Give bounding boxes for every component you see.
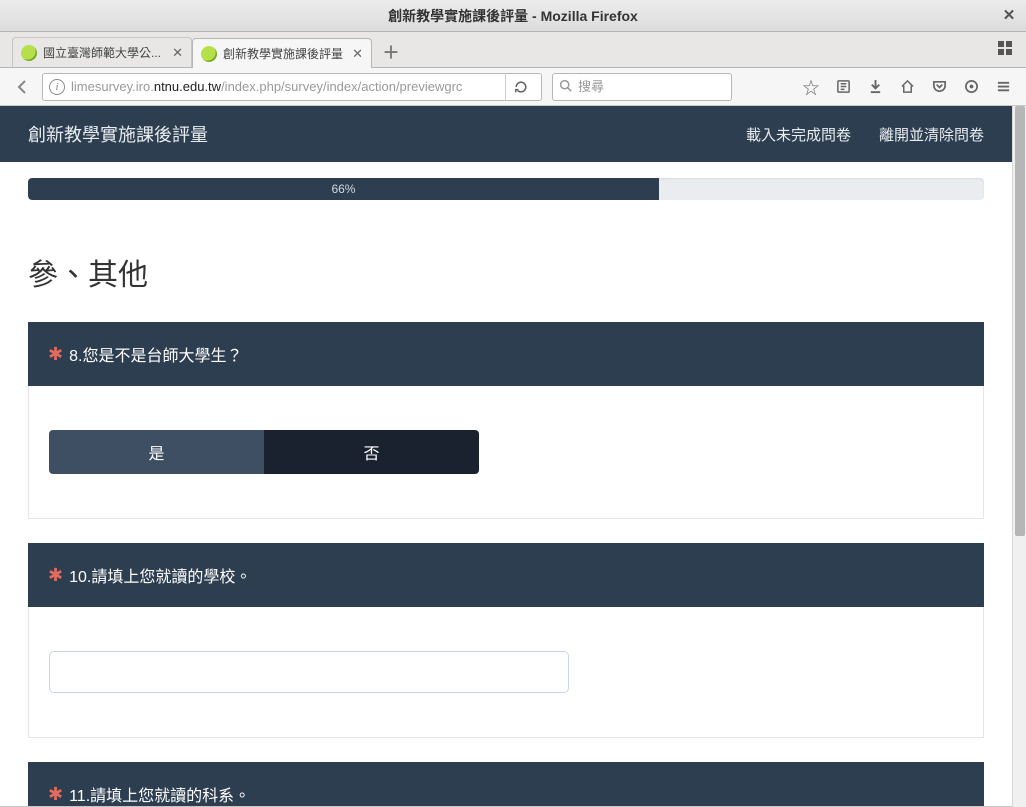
- question-header: ✱ 10.請填上您就讀的學校。: [28, 543, 984, 607]
- url-text: limesurvey.iro.ntnu.edu.tw/index.php/sur…: [71, 79, 501, 94]
- scrollbar-thumb[interactable]: [1015, 106, 1025, 536]
- reading-list-button[interactable]: [828, 73, 858, 101]
- tab-label: 國立臺灣師範大學公...: [43, 44, 166, 61]
- url-bar[interactable]: i limesurvey.iro.ntnu.edu.tw/index.php/s…: [42, 73, 542, 101]
- browser-tab-1[interactable]: 國立臺灣師範大學公... ✕: [12, 37, 192, 67]
- browser-tabs-bar: 國立臺灣師範大學公... ✕ 創新教學實施課後評量 ✕ ＋: [0, 32, 1026, 68]
- tab-close-button[interactable]: ✕: [352, 46, 363, 62]
- reload-button[interactable]: [505, 73, 535, 101]
- survey-nav-links: 載入未完成問卷 離開並清除問卷: [746, 124, 984, 145]
- search-bar[interactable]: [552, 73, 732, 101]
- tab-close-button[interactable]: ✕: [172, 45, 183, 61]
- question-header: ✱ 8.您是不是台師大學生？: [28, 322, 984, 386]
- tab-label: 創新教學實施課後評量: [223, 45, 346, 62]
- survey-header: 創新教學實施課後評量 載入未完成問卷 離開並清除問卷: [0, 106, 1012, 162]
- progress-fill: 66%: [28, 178, 659, 200]
- window-titlebar: 創新教學實施課後評量 - Mozilla Firefox ✕: [0, 0, 1026, 32]
- search-input[interactable]: [578, 79, 725, 94]
- yesno-group: 是 否: [49, 430, 479, 474]
- browser-tab-2[interactable]: 創新教學實施課後評量 ✕: [192, 38, 372, 68]
- load-incomplete-link[interactable]: 載入未完成問卷: [746, 124, 851, 145]
- question-block-q8: ✱ 8.您是不是台師大學生？ 是 否: [28, 322, 984, 519]
- bookmark-star-button[interactable]: ☆: [796, 73, 826, 101]
- question-block-q11: ✱ 11.請填上您就讀的科系。: [28, 762, 984, 807]
- downloads-button[interactable]: [860, 73, 890, 101]
- window-title: 創新教學實施課後評量 - Mozilla Firefox: [388, 6, 638, 26]
- option-no-button[interactable]: 否: [264, 430, 479, 474]
- menu-button[interactable]: [988, 73, 1018, 101]
- section-heading: 參、其他: [0, 200, 1012, 322]
- window-close-button[interactable]: ✕: [1000, 6, 1018, 24]
- question-body: [28, 607, 984, 738]
- school-input[interactable]: [49, 651, 569, 693]
- scrollbar-track[interactable]: [1012, 106, 1026, 807]
- site-info-icon[interactable]: i: [49, 79, 65, 95]
- exit-clear-link[interactable]: 離開並清除問卷: [879, 124, 984, 145]
- question-header: ✱ 11.請填上您就讀的科系。: [28, 762, 984, 807]
- survey-title: 創新教學實施課後評量: [28, 121, 208, 147]
- nav-toolbar: i limesurvey.iro.ntnu.edu.tw/index.php/s…: [0, 68, 1026, 106]
- question-text: 10.請填上您就讀的學校。: [69, 563, 251, 587]
- page-content: 創新教學實施課後評量 載入未完成問卷 離開並清除問卷 66% 參、其他 ✱ 8.…: [0, 106, 1012, 807]
- question-text: 11.請填上您就讀的科系。: [69, 782, 250, 806]
- search-icon: [559, 79, 572, 95]
- home-button[interactable]: [892, 73, 922, 101]
- question-body: 是 否: [28, 386, 984, 519]
- limesurvey-favicon: [21, 45, 37, 61]
- progress-label: 66%: [331, 182, 355, 196]
- required-asterisk-icon: ✱: [48, 345, 63, 363]
- forget-button[interactable]: [956, 73, 986, 101]
- question-text: 8.您是不是台師大學生？: [69, 342, 242, 366]
- back-button[interactable]: [8, 73, 38, 101]
- progress-bar-container: 66%: [0, 162, 1012, 200]
- required-asterisk-icon: ✱: [48, 785, 63, 803]
- question-block-q10: ✱ 10.請填上您就讀的學校。: [28, 543, 984, 738]
- option-yes-button[interactable]: 是: [49, 430, 264, 474]
- page-viewport: 創新教學實施課後評量 載入未完成問卷 離開並清除問卷 66% 參、其他 ✱ 8.…: [0, 106, 1026, 807]
- limesurvey-favicon: [201, 46, 217, 62]
- toolbar-icons: ☆: [796, 73, 1018, 101]
- pocket-button[interactable]: [924, 73, 954, 101]
- all-tabs-button[interactable]: [996, 40, 1014, 58]
- new-tab-button[interactable]: ＋: [378, 39, 404, 65]
- required-asterisk-icon: ✱: [48, 566, 63, 584]
- progress-track: 66%: [28, 178, 984, 200]
